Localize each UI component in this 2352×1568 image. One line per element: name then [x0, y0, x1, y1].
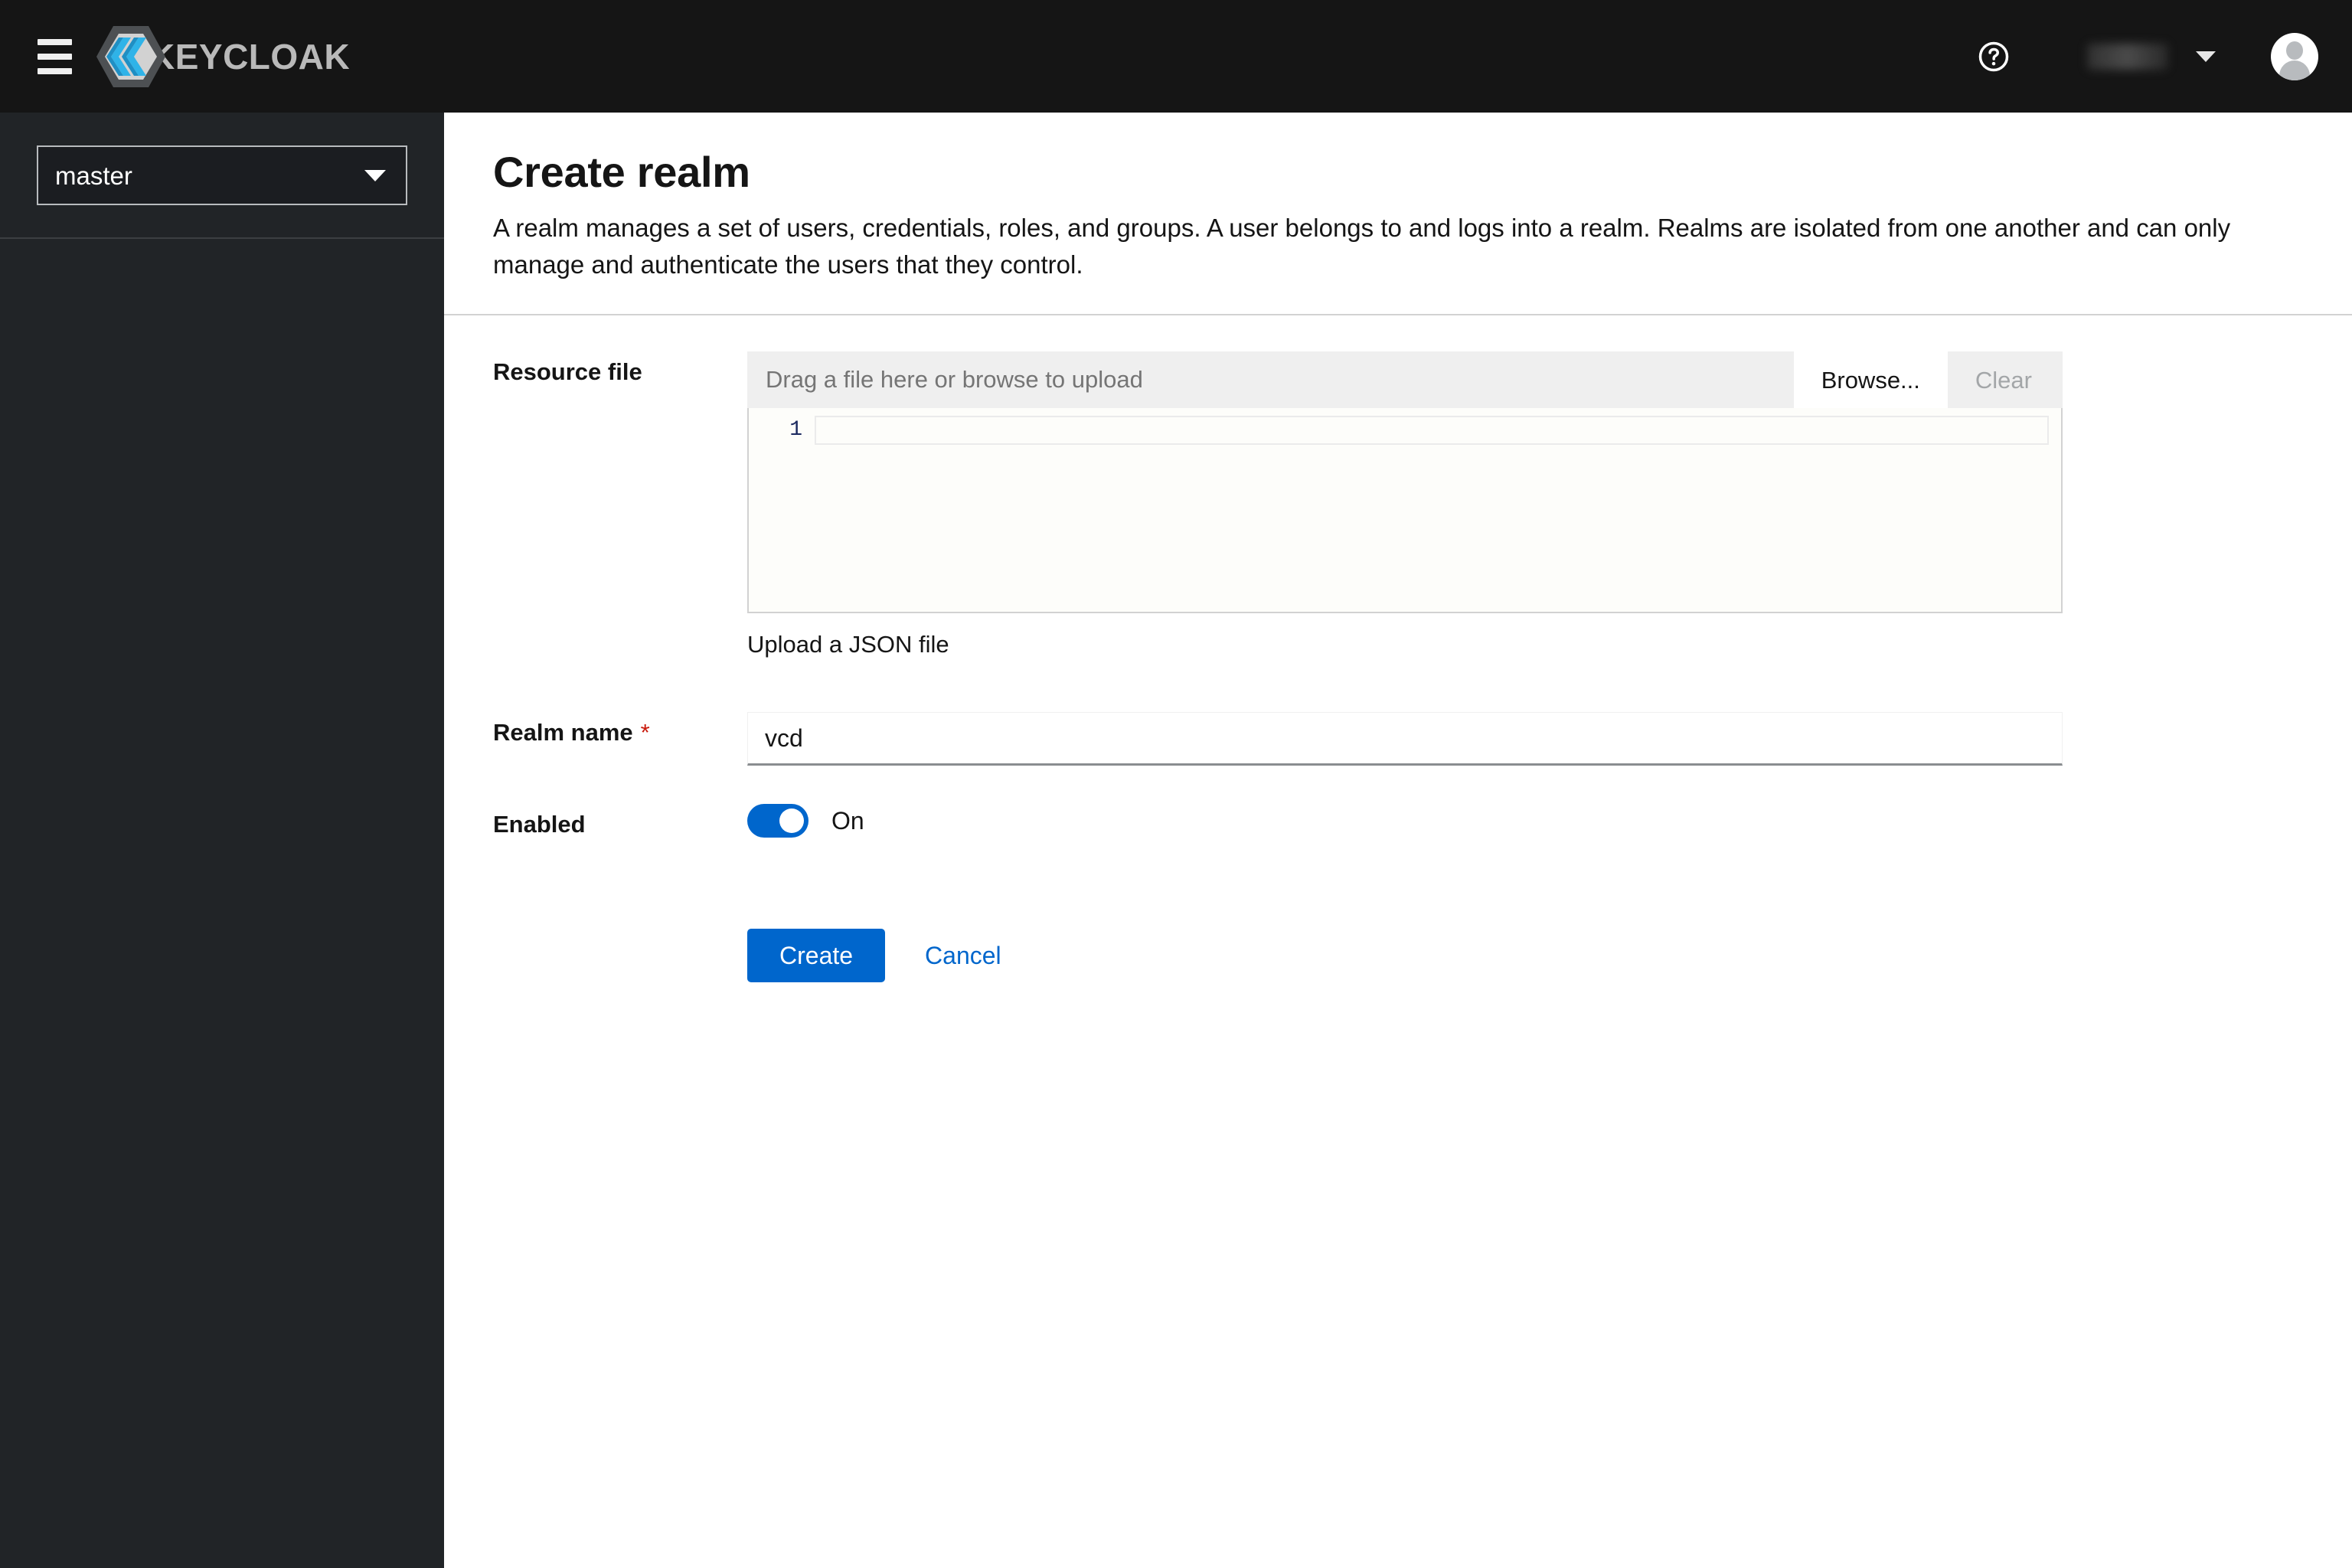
- editor-lines: [815, 416, 2061, 612]
- page-title: Create realm: [493, 148, 750, 196]
- enabled-state-label: On: [831, 807, 864, 835]
- required-asterisk: *: [640, 719, 650, 746]
- hamburger-icon-bar: [37, 38, 72, 45]
- user-avatar-icon[interactable]: [2271, 32, 2318, 80]
- main-content: Create realm A realm manages a set of us…: [444, 113, 2352, 1568]
- avatar-body-shape: [2279, 60, 2310, 80]
- cancel-button[interactable]: Cancel: [911, 929, 1015, 982]
- create-realm-form: Resource file Browse... Clear 1 Upload a…: [444, 351, 2352, 983]
- resource-file-helper-text: Upload a JSON file: [747, 631, 949, 658]
- browse-button[interactable]: Browse...: [1793, 351, 1948, 409]
- caret-down-icon: [364, 169, 386, 181]
- sidebar: master: [0, 113, 444, 1568]
- realm-selector-value: master: [55, 161, 132, 190]
- hamburger-icon-bar: [37, 53, 72, 60]
- form-actions: Create Cancel: [493, 929, 2303, 983]
- keycloak-logo-icon: [96, 23, 166, 90]
- realm-selector-dropdown[interactable]: master: [37, 145, 407, 205]
- avatar-head-shape: [2286, 41, 2303, 60]
- form-row-realm-name: Realm name *: [493, 712, 2303, 766]
- brand-logo-link[interactable]: KEYCLOAK: [96, 22, 350, 91]
- masthead: KEYCLOAK: [0, 0, 2352, 113]
- user-menu-dropdown[interactable]: [2087, 24, 2216, 89]
- file-upload-toolbar: Browse... Clear: [747, 351, 2063, 409]
- brand-wordmark: KEYCLOAK: [149, 36, 351, 77]
- enabled-label: Enabled: [493, 811, 586, 838]
- file-name-input[interactable]: [747, 351, 1794, 409]
- json-code-editor[interactable]: 1: [747, 408, 2063, 614]
- realm-name-label-text: Realm name: [493, 719, 633, 746]
- realm-name-control: [747, 712, 2303, 766]
- help-question-circle-icon[interactable]: [1962, 24, 2026, 89]
- editor-line-number-gutter: 1: [749, 416, 815, 612]
- create-button[interactable]: Create: [747, 929, 886, 983]
- clear-button[interactable]: Clear: [1947, 351, 2063, 409]
- global-navigation-toggle[interactable]: [27, 29, 82, 84]
- toggle-knob: [779, 808, 804, 834]
- realm-name-input[interactable]: [747, 712, 2063, 766]
- hamburger-icon-bar: [37, 67, 72, 74]
- enabled-control-wrap: On: [747, 804, 2303, 838]
- username-label: [2087, 43, 2168, 70]
- realm-selector-container: master: [0, 113, 444, 239]
- realm-name-label: Realm name *: [493, 712, 747, 746]
- page-description: A realm manages a set of users, credenti…: [493, 213, 2231, 279]
- page-header: Create realm A realm manages a set of us…: [444, 113, 2352, 316]
- enabled-control: On: [747, 804, 2303, 838]
- resource-file-label: Resource file: [493, 358, 642, 386]
- editor-line-number: 1: [789, 418, 802, 443]
- form-row-resource-file: Resource file Browse... Clear 1 Upload a…: [493, 351, 2303, 658]
- form-row-enabled: Enabled On: [493, 804, 2303, 838]
- editor-line[interactable]: [815, 416, 2049, 446]
- caret-down-icon: [2196, 51, 2216, 62]
- enabled-toggle-switch[interactable]: [747, 804, 808, 838]
- resource-file-control: Browse... Clear 1 Upload a JSON file: [747, 351, 2303, 658]
- masthead-toolbar: [1962, 0, 2352, 113]
